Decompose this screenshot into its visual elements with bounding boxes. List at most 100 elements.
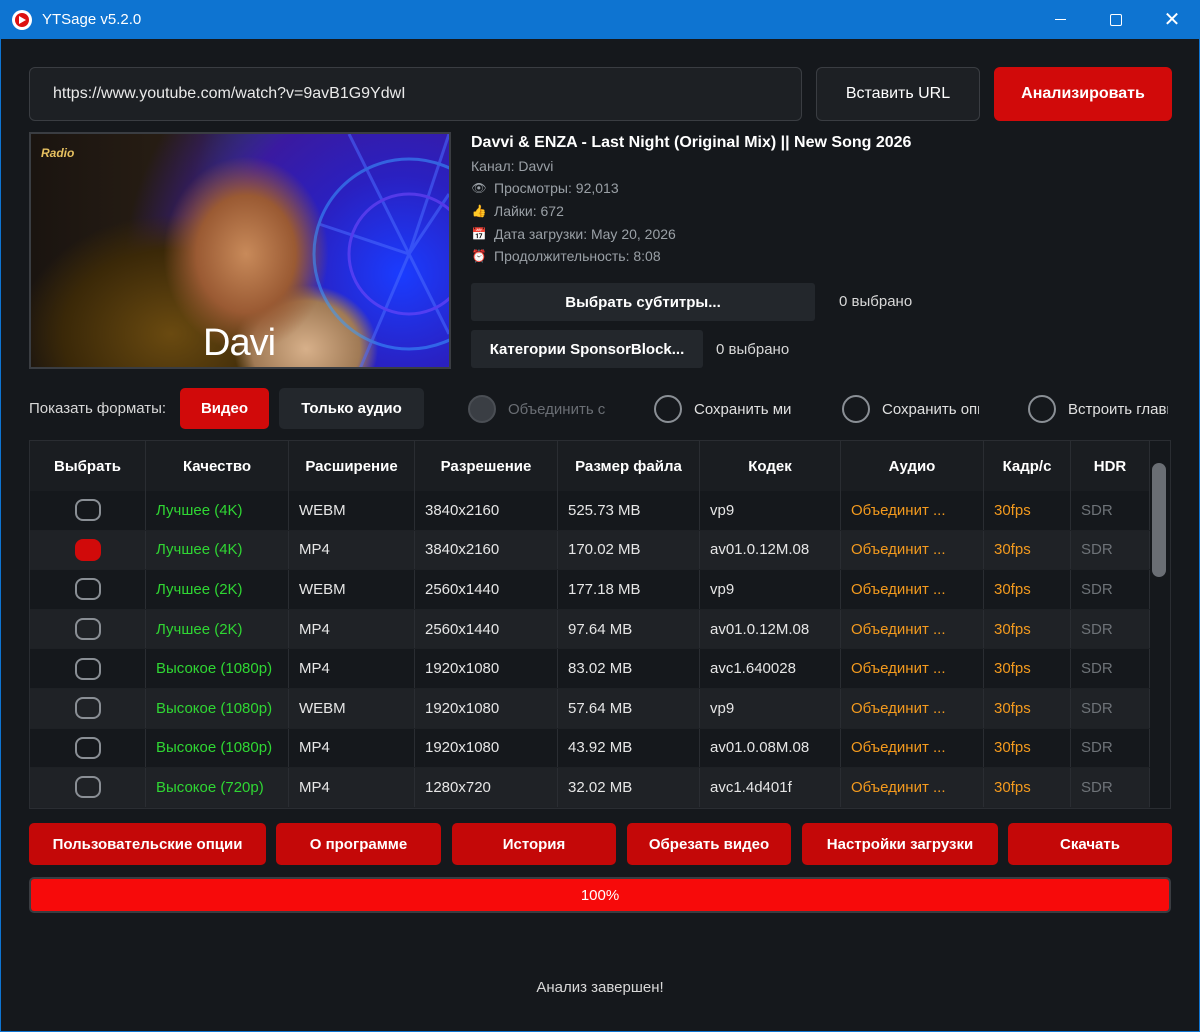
table-row[interactable]: Лучшее (2K) MP4 2560x1440 97.64 MB av01.0.12… [30, 609, 1150, 650]
video-format-button[interactable]: Видео [180, 388, 269, 429]
embed-chapters-checkbox-circle [1028, 395, 1056, 423]
download-button[interactable]: Скачать [1008, 823, 1172, 865]
row-select-checkbox[interactable] [74, 618, 101, 641]
cell-codec: vp9 [700, 688, 841, 728]
row-select-cell [30, 530, 146, 570]
cell-codec: vp9 [700, 570, 841, 609]
row-select-cell [30, 491, 146, 530]
ferris-wheel-lights [312, 134, 449, 367]
table-body: Лучшее (4K) WEBM 3840x2160 525.73 MB vp9 Объе… [30, 491, 1150, 808]
channel-info: Канал: Davvi [471, 158, 553, 174]
scrollbar-thumb[interactable] [1152, 463, 1166, 577]
about-button[interactable]: О программе [276, 823, 441, 865]
column-header-sel[interactable]: Выбрать [30, 441, 146, 491]
download-settings-button[interactable]: Настройки загрузки [802, 823, 998, 865]
window-title: YTSage v5.2.0 [42, 11, 142, 28]
cell-res: 2560x1440 [415, 609, 558, 649]
row-select-checkbox[interactable] [74, 657, 101, 680]
cell-fps: 30fps [984, 530, 1071, 570]
minimize-icon [1054, 19, 1066, 20]
trim-video-button[interactable]: Обрезать видео [627, 823, 791, 865]
row-select-checkbox[interactable] [74, 697, 101, 720]
channel-text: Канал: Davvi [471, 158, 554, 174]
cell-hdr: SDR [1071, 728, 1150, 768]
cell-quality: Высокое (1080p) [146, 728, 289, 768]
merge-checkbox[interactable]: Объединить с [468, 395, 605, 423]
cell-res: 1280x720 [415, 768, 558, 807]
cell-hdr: SDR [1071, 609, 1150, 649]
table-row[interactable]: Высокое (1080p) MP4 1920x1080 43.92 MB av01.… [30, 728, 1150, 769]
row-select-cell [30, 609, 146, 649]
cell-audio: Объединит ... [841, 649, 984, 688]
column-header-quality[interactable]: Качество [146, 441, 289, 491]
cell-ext: MP4 [289, 768, 415, 807]
paste-url-button[interactable]: Вставить URL [816, 67, 980, 121]
table-scrollbar[interactable] [1152, 461, 1166, 806]
row-select-checkbox[interactable] [74, 499, 101, 522]
column-header-fps[interactable]: Кадр/с [984, 441, 1071, 491]
embed-chapters-checkbox[interactable]: Встроить главы [1028, 395, 1168, 423]
cell-ext: MP4 [289, 649, 415, 688]
close-button[interactable]: ✕ [1144, 0, 1200, 39]
row-select-checkbox[interactable] [74, 776, 101, 799]
cell-fps: 30fps [984, 649, 1071, 688]
analyze-button[interactable]: Анализировать [994, 67, 1172, 121]
likes-text: Лайки: 672 [494, 203, 564, 219]
cell-codec: av01.0.12M.08 [700, 530, 841, 570]
row-select-cell [30, 649, 146, 688]
cell-quality: Лучшее (2K) [146, 609, 289, 649]
cell-hdr: SDR [1071, 491, 1150, 530]
minimize-button[interactable] [1032, 0, 1088, 39]
cell-quality: Высокое (720p) [146, 768, 289, 807]
row-select-cell [30, 728, 146, 768]
history-button[interactable]: История [452, 823, 616, 865]
progress-text: 100% [580, 886, 620, 904]
sponsorblock-categories-button[interactable]: Категории SponsorBlock... [471, 330, 703, 368]
row-select-cell [30, 768, 146, 807]
column-header-hdr[interactable]: HDR [1071, 441, 1150, 491]
cell-size: 525.73 MB [558, 491, 700, 530]
save-thumbnail-checkbox-label: Сохранить миниатюру [694, 400, 792, 418]
duration-info: ⏰ Продолжительность: 8:08 [471, 248, 661, 264]
custom-options-button[interactable]: Пользовательские опции [29, 823, 266, 865]
views-info: 👁 Просмотры: 92,013 [471, 180, 618, 196]
table-row[interactable]: Высокое (1080p) MP4 1920x1080 83.02 MB avc1.… [30, 649, 1150, 689]
cell-fps: 30fps [984, 609, 1071, 649]
table-row[interactable]: Высокое (720p) MP4 1280x720 32.02 MB avc1.4d… [30, 768, 1150, 808]
cell-quality: Лучшее (4K) [146, 530, 289, 570]
audio-only-button[interactable]: Только аудио [279, 388, 424, 429]
cell-size: 177.18 MB [558, 570, 700, 609]
column-header-ext[interactable]: Расширение [289, 441, 415, 491]
save-thumbnail-checkbox-circle [654, 395, 682, 423]
row-select-checkbox[interactable] [74, 538, 101, 561]
save-thumbnail-checkbox[interactable]: Сохранить миниатюру [654, 395, 792, 423]
column-header-audio[interactable]: Аудио [841, 441, 984, 491]
calendar-icon: 📅 [471, 227, 487, 241]
column-header-res[interactable]: Разрешение [415, 441, 558, 491]
clock-icon: ⏰ [471, 249, 487, 263]
row-select-checkbox[interactable] [74, 736, 101, 759]
cell-quality: Высокое (1080p) [146, 649, 289, 688]
table-row[interactable]: Лучшее (4K) WEBM 3840x2160 525.73 MB vp9 Объе… [30, 491, 1150, 531]
row-select-cell [30, 688, 146, 728]
table-header: Выбрать Качество Расширение Разрешение Разме… [30, 441, 1150, 491]
cell-size: 170.02 MB [558, 530, 700, 570]
table-row[interactable]: Лучшее (4K) MP4 3840x2160 170.02 MB av01.0.1… [30, 530, 1150, 571]
cell-audio: Объединит ... [841, 728, 984, 768]
row-select-checkbox[interactable] [74, 578, 101, 601]
cell-res: 1920x1080 [415, 728, 558, 768]
maximize-button[interactable] [1088, 0, 1144, 39]
column-header-size[interactable]: Размер файла [558, 441, 700, 491]
save-description-checkbox[interactable]: Сохранить описание [842, 395, 979, 423]
table-row[interactable]: Лучшее (2K) WEBM 2560x1440 177.18 MB vp9 Объе… [30, 570, 1150, 610]
url-input[interactable] [29, 67, 802, 121]
status-text: Анализ завершен! [536, 979, 664, 996]
window-controls: ✕ [1032, 0, 1200, 39]
table-row[interactable]: Высокое (1080p) WEBM 1920x1080 57.64 MB vp9 О… [30, 688, 1150, 729]
column-header-codec[interactable]: Кодек [700, 441, 841, 491]
cell-fps: 30fps [984, 688, 1071, 728]
cell-audio: Объединит ... [841, 609, 984, 649]
likes-info: 👍 Лайки: 672 [471, 203, 564, 219]
select-subtitles-button[interactable]: Выбрать субтитры... [471, 283, 815, 321]
row-select-cell [30, 570, 146, 609]
